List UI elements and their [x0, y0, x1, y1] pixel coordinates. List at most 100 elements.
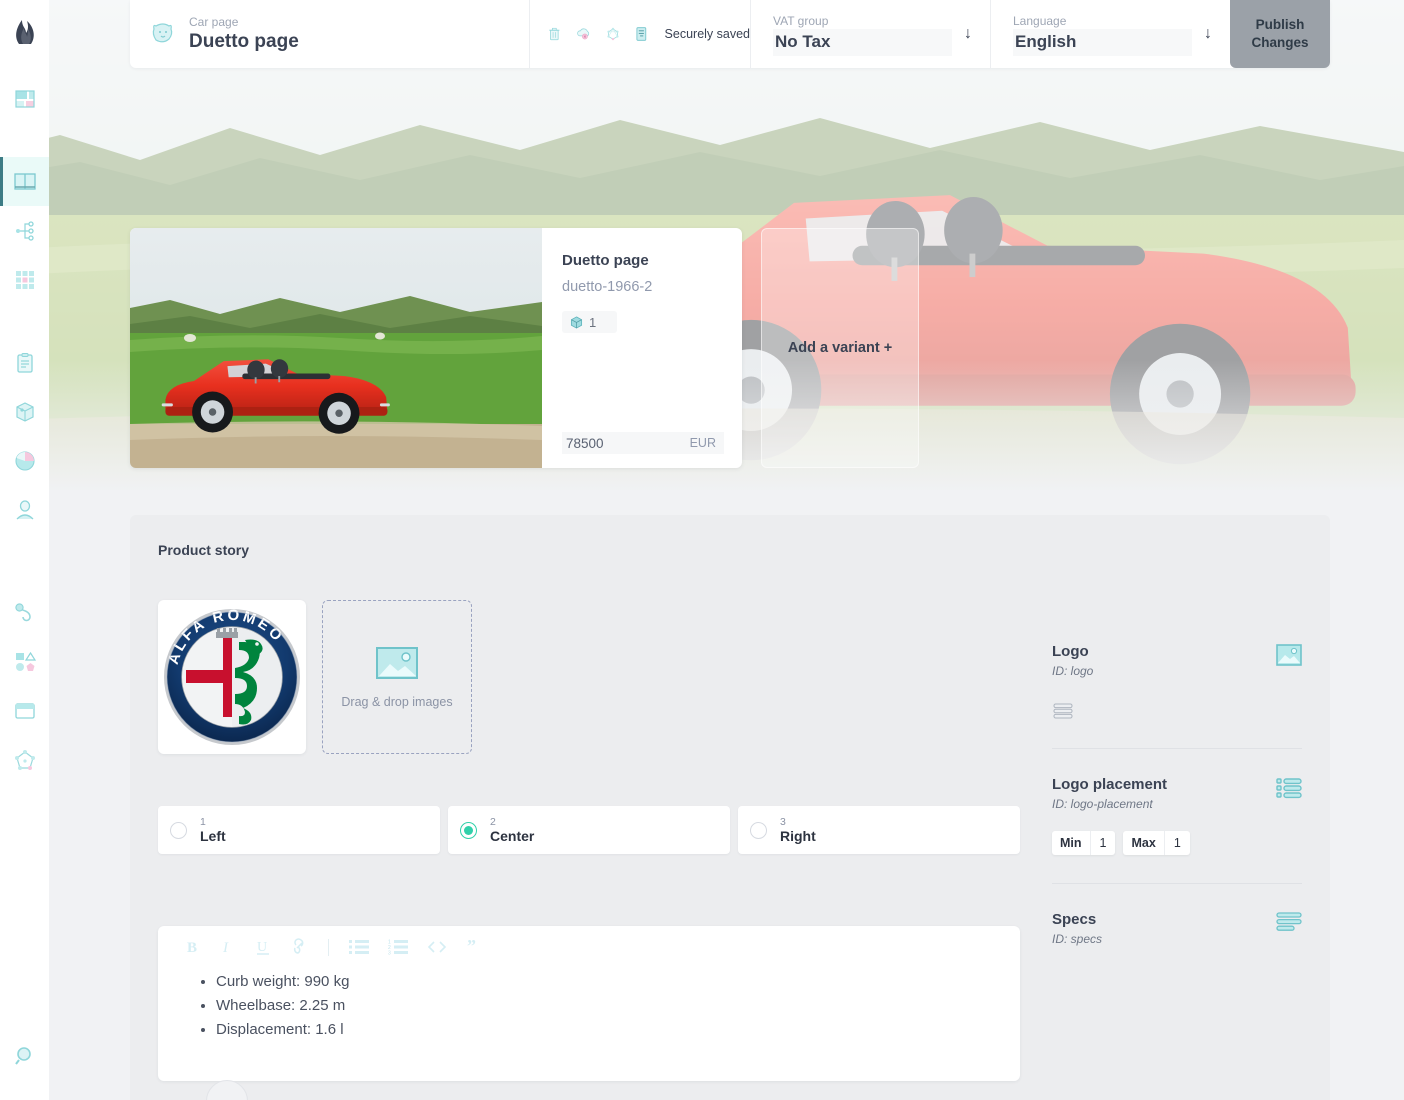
sidebar-item-analytics[interactable]: [0, 436, 49, 485]
field-settings-column: Logo ID: logo Logo placement ID: logo-pl…: [1052, 558, 1302, 1081]
add-variant-button[interactable]: Add a variant +: [761, 228, 919, 468]
svg-text:U: U: [257, 940, 267, 955]
alfa-romeo-badge-icon: ALFA ROMEO: [164, 607, 300, 745]
field-id-specs: ID: specs: [1052, 932, 1103, 946]
field-type-icon-specs[interactable]: [1276, 910, 1302, 937]
vat-group-value[interactable]: No Tax: [773, 28, 952, 56]
pie-chart-icon: [14, 450, 35, 471]
breadcrumb: Car page: [189, 14, 239, 29]
save-status: Securely saved: [664, 27, 751, 41]
field-title-specs: Specs: [1052, 911, 1097, 928]
logo-alignment-icon[interactable]: [1052, 700, 1302, 727]
radio-button-center[interactable]: [460, 821, 477, 839]
sidebar-item-structure[interactable]: [0, 206, 49, 255]
placement-option-left[interactable]: 1 Left: [158, 806, 440, 854]
align-center-icon: [1053, 703, 1073, 719]
sidebar-item-pages[interactable]: [0, 157, 49, 206]
cube-small-icon: [570, 315, 583, 329]
numbered-list-icon[interactable]: 123: [388, 939, 408, 955]
max-control[interactable]: Max 1: [1123, 831, 1190, 855]
svg-text:B: B: [187, 940, 197, 956]
min-value[interactable]: 1: [1089, 831, 1116, 855]
sidebar-item-search[interactable]: [0, 1031, 49, 1080]
editor-column: ALFA ROMEO Drag & drop images 1 Left 2 C…: [158, 558, 1020, 1081]
vat-group-field[interactable]: VAT group No Tax ↓: [750, 0, 990, 68]
window-icon: [14, 702, 35, 719]
editor-content[interactable]: Curb weight: 990 kg Wheelbase: 2.25 m Di…: [158, 956, 1020, 1042]
language-value[interactable]: English: [1013, 28, 1192, 56]
quote-icon[interactable]: ”: [466, 939, 484, 955]
placement-option-right[interactable]: 3 Right: [738, 806, 1020, 854]
min-control[interactable]: Min 1: [1052, 831, 1116, 855]
rich-text-editor[interactable]: B I U 1 2 3 ” • Curb weight: 990 kg • Wh…: [158, 926, 1020, 1081]
sidebar-item-users[interactable]: [0, 485, 49, 534]
trash-icon[interactable]: [548, 23, 561, 45]
variant-details: Duetto page duetto-1966-2 1 78500 EUR: [542, 228, 742, 468]
min-label: Min: [1060, 836, 1082, 850]
placement-left-number: 1: [200, 815, 206, 828]
sitemap-icon: [15, 220, 34, 241]
sidebar-item-layouts[interactable]: [0, 686, 49, 735]
link-icon[interactable]: [291, 938, 308, 956]
bold-icon[interactable]: B: [185, 938, 202, 956]
variant-thumbnail[interactable]: [130, 228, 542, 468]
min-max-controls: Min 1 Max 1: [1052, 831, 1302, 855]
variant-slug[interactable]: duetto-1966-2: [562, 279, 724, 295]
field-id-logo-placement: ID: logo-placement: [1052, 797, 1153, 811]
duetto-car-photo: [130, 228, 542, 468]
placement-radio-group: 1 Left 2 Center 3 Right: [158, 806, 1020, 854]
variant-price-amount[interactable]: 78500: [566, 436, 604, 451]
language-label: Language: [1013, 13, 1067, 28]
max-value[interactable]: 1: [1163, 831, 1190, 855]
language-field[interactable]: Language English ↓: [990, 0, 1230, 68]
bullet-list-icon[interactable]: [349, 939, 369, 955]
spec-item: Curb weight: 990 kg: [216, 970, 1020, 994]
flame-logo-icon: [15, 20, 34, 44]
topbar-actions: Securely saved: [530, 0, 750, 68]
sidebar-item-grid[interactable]: [0, 255, 49, 304]
field-type-icon-logo[interactable]: [1276, 642, 1302, 671]
placement-option-center[interactable]: 2 Center: [448, 806, 730, 854]
rich-text-icon: [1276, 912, 1302, 931]
editor-toolbar: B I U 1 2 3 ”: [158, 926, 1020, 956]
cloud-x-icon[interactable]: [576, 23, 591, 45]
placement-right-label: Right: [780, 827, 816, 844]
sidebar-item-dashboard[interactable]: [0, 74, 49, 123]
sidebar-item-integrations[interactable]: [0, 588, 49, 637]
italic-icon[interactable]: I: [221, 938, 236, 956]
spec-item: Displacement: 1.6 l: [216, 1018, 1020, 1042]
underline-icon[interactable]: U: [255, 938, 272, 956]
radio-button-right[interactable]: [750, 821, 767, 839]
field-type-icon-logo-placement[interactable]: [1276, 775, 1302, 804]
placement-left-label: Left: [200, 827, 226, 844]
language-chevron-down-icon[interactable]: ↓: [1192, 25, 1212, 43]
radio-list-icon: [1276, 778, 1302, 799]
variant-card[interactable]: Duetto page duetto-1966-2 1 78500 EUR: [130, 228, 742, 468]
variant-price-field[interactable]: 78500 EUR: [562, 432, 724, 454]
field-block-logo: Logo ID: logo: [1052, 558, 1302, 748]
toolbar-divider: [328, 938, 329, 956]
logo-thumbnail[interactable]: ALFA ROMEO: [158, 600, 306, 754]
sidebar-item-components[interactable]: [0, 637, 49, 686]
publish-changes-button[interactable]: Publish Changes: [1230, 0, 1330, 68]
vat-group-chevron-down-icon[interactable]: ↓: [952, 25, 972, 43]
max-label: Max: [1131, 836, 1156, 850]
user-icon: [16, 499, 33, 519]
radio-button-left[interactable]: [170, 821, 187, 839]
graphql-icon[interactable]: [606, 23, 620, 45]
page-title-zone: Car page Duetto page: [130, 0, 530, 68]
placement-center-label: Center: [490, 827, 535, 844]
field-block-specs: Specs ID: specs: [1052, 883, 1302, 1003]
floating-action-ghost[interactable]: [206, 1080, 248, 1100]
sidebar-item-forms[interactable]: [0, 338, 49, 387]
spec-list: Curb weight: 990 kg Wheelbase: 2.25 m Di…: [194, 970, 1020, 1042]
image-dropzone[interactable]: Drag & drop images: [322, 600, 472, 754]
section-title: Product story: [158, 542, 250, 558]
code-icon[interactable]: [427, 939, 447, 955]
app-logo[interactable]: [10, 17, 40, 52]
clipboard-icon: [16, 352, 33, 373]
sidebar-item-assets[interactable]: [0, 387, 49, 436]
sidebar-item-graph[interactable]: [0, 735, 49, 784]
left-nav-rail: [0, 0, 49, 1100]
document-icon[interactable]: [635, 22, 648, 46]
